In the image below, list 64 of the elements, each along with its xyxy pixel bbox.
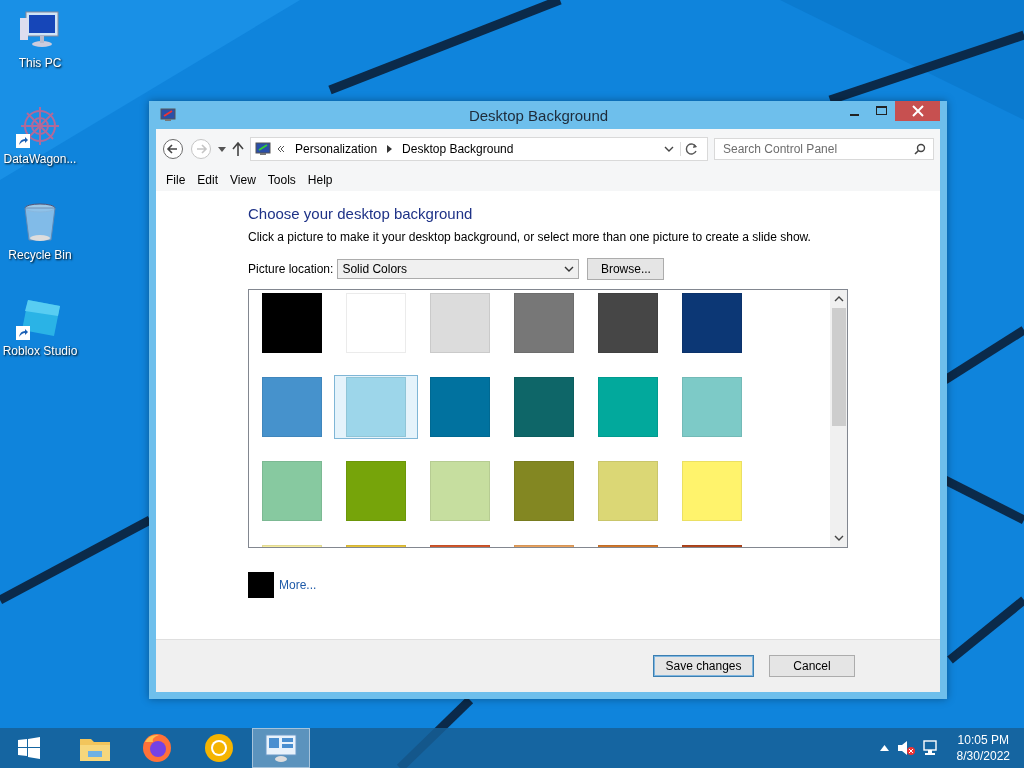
monitor-icon [255,142,271,156]
caret-up-icon[interactable] [879,745,889,751]
color-swatch[interactable] [346,377,406,437]
color-swatch[interactable] [262,377,322,437]
desktop-icon-label[interactable]: Roblox Studio [2,344,78,358]
search-icon [914,143,926,155]
breadcrumb-arrow-icon [387,145,393,153]
color-swatch[interactable] [262,293,322,353]
menu-item[interactable]: View [224,173,262,187]
search-field[interactable]: Search Control Panel [714,138,934,160]
color-swatch[interactable] [430,461,490,521]
address-bar[interactable]: Personalization Desktop Background [250,137,708,161]
back-button[interactable] [162,138,184,160]
dropdown-chevron-icon[interactable] [664,146,674,152]
color-swatch[interactable] [262,461,322,521]
color-swatch[interactable] [682,377,742,437]
close-icon [911,105,924,117]
dialog-button[interactable]: Save changes [653,655,754,677]
color-swatch[interactable] [346,461,406,521]
firefox-icon [141,732,173,764]
color-swatch[interactable] [682,293,742,353]
dialog-button[interactable]: Cancel [769,655,855,677]
color-swatch[interactable] [598,461,658,521]
menu-item[interactable]: Edit [191,173,225,187]
picture-location-dropdown[interactable]: Solid Colors [337,259,580,279]
menu-item[interactable]: Help [301,173,339,187]
browse-button[interactable]: Browse... [587,258,665,280]
close-button[interactable] [895,101,940,121]
clock[interactable]: 10:05 PM 8/30/2022 [956,732,1010,764]
color-swatch[interactable] [514,293,574,353]
minimize-icon [850,113,859,116]
forward-button[interactable] [190,138,212,160]
description-text: Click a picture to make it your desktop background, or select more than one picture to create a slide show. [248,230,812,244]
breadcrumb-item[interactable]: Personalization [291,142,382,156]
windows-logo-icon [17,736,41,760]
color-swatch[interactable] [598,293,658,353]
scrollbar[interactable] [830,290,847,547]
selection-highlight[interactable] [334,375,418,439]
picture-location-label: Picture location: [248,262,334,276]
color-swatch[interactable] [430,377,490,437]
monitor-icon [160,108,176,122]
snowflake-icon [18,104,62,148]
color-swatch[interactable] [598,377,658,437]
up-arrow-icon[interactable] [232,142,244,156]
color-swatch[interactable] [682,461,742,521]
network-icon[interactable] [922,740,939,756]
muted-speaker-icon[interactable] [896,740,915,756]
browser-icon [203,732,235,764]
control-panel-icon [264,733,298,763]
color-swatch[interactable] [514,461,574,521]
color-swatch[interactable] [430,293,490,353]
maximize-icon [876,106,887,116]
window-title: Desktop Background [467,106,610,124]
desktop-icon-label[interactable]: Recycle Bin [8,248,72,262]
more-link[interactable]: More... [279,578,317,592]
dropdown-caret-icon[interactable] [218,146,226,152]
breadcrumb-item[interactable]: Desktop Background [398,142,518,156]
color-swatch[interactable] [514,377,574,437]
taskbar-app[interactable] [252,728,310,768]
menu-item[interactable]: Tools [261,173,302,187]
chevron-down-icon [564,266,575,272]
chevron-icon [277,145,285,153]
menu-item[interactable]: File [160,173,192,187]
page-heading: Choose your desktop background [248,205,474,222]
